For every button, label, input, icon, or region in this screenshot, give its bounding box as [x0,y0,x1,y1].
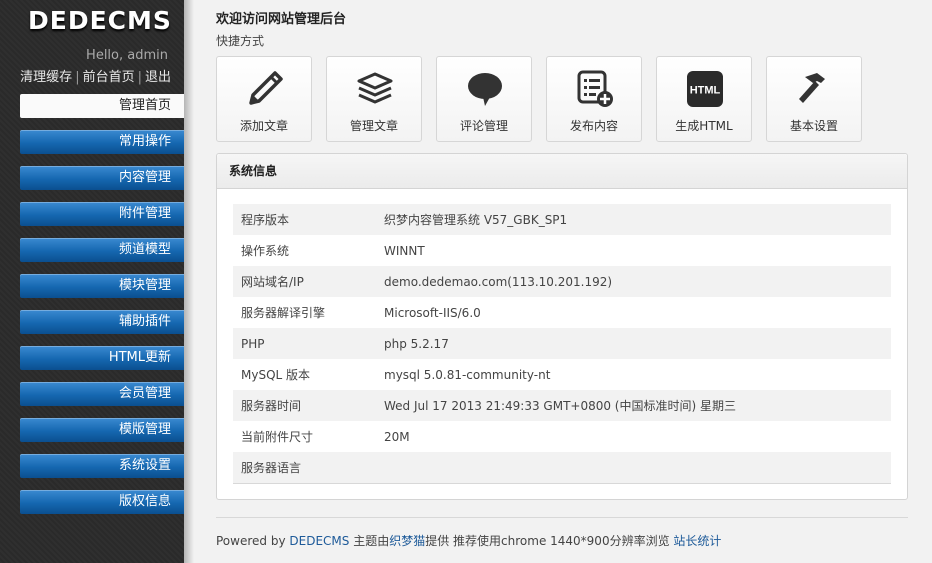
shortcut-label: 添加文章 [239,119,288,133]
footer-powered-by: Powered by [216,534,290,548]
sidebar: DEDECMS Hello, admin 清理缓存 | 前台首页 | 退出 管理首页 常… [0,0,184,563]
info-value: Microsoft-IIS/6.0 [384,305,481,320]
info-key: MySQL 版本 [241,368,311,382]
shortcut-comments[interactable]: 评论管理 [436,56,532,142]
info-value: mysql 5.0.81-community-nt [384,367,551,382]
menu-item-attachments[interactable]: 附件管理 [20,202,184,226]
shortcut-label: 管理文章 [349,119,398,133]
menu-item-copyright[interactable]: 版权信息 [20,490,184,514]
shortcut-heading: 快捷方式 [216,34,265,48]
footer-stats-link[interactable]: 站长统计 [673,534,721,548]
info-value: WINNT [384,243,425,258]
clear-cache-link[interactable]: 清理缓存 [20,70,72,85]
shortcut-label: 基本设置 [789,119,838,133]
shortcut-manage-articles[interactable]: 管理文章 [326,56,422,142]
separator: | [75,70,80,85]
html-icon: HTML [687,71,723,107]
stack-icon [357,72,393,104]
info-key: 程序版本 [233,204,384,235]
info-key: 服务器语言 [233,452,384,484]
separator: | [137,70,142,85]
menu-item-members[interactable]: 会员管理 [20,382,184,406]
info-value: 织梦内容管理系统 V57_GBK_SP1 [384,204,891,235]
footer-brand-link[interactable]: DEDECMS [289,534,349,548]
sidebar-shadow [184,0,194,563]
footer-theme-author-link[interactable]: 织梦猫 [389,534,425,548]
menu-item-admin-home[interactable]: 管理首页 [20,94,184,118]
greeting: Hello, admin [86,48,168,63]
info-key: 操作系统 [241,244,290,258]
pencil-icon [249,71,283,105]
list-add-icon [577,70,613,107]
menu-item-channel-model[interactable]: 频道模型 [20,238,184,262]
info-key: 网站域名/IP [233,266,384,297]
shortcut-label: 生成HTML [675,119,733,133]
frontend-home-link[interactable]: 前台首页 [83,70,135,85]
footer: Powered by DEDECMS 主题由织梦猫提供 推荐使用chrome 1… [216,532,721,549]
info-key: 当前附件尺寸 [241,430,314,444]
page-title: 欢迎访问网站管理后台 [216,12,347,27]
shortcut-label: 评论管理 [459,119,508,133]
sidebar-menu: 管理首页 常用操作 内容管理 附件管理 频道模型 模块管理 辅助插件 HTML更… [20,94,184,526]
top-links: 清理缓存 | 前台首页 | 退出 [20,66,171,85]
footer-theme-prefix: 主题由 [349,534,390,548]
shortcut-add-article[interactable]: 添加文章 [216,56,312,142]
info-value: php 5.2.17 [384,328,891,359]
footer-theme-suffix: 提供 推荐使用chrome 1440*900分辨率浏览 [425,534,674,548]
info-value [384,452,891,484]
table-row: MySQL 版本 mysql 5.0.81-community-nt [233,359,891,390]
html-badge-text: HTML [690,85,721,97]
menu-item-system-settings[interactable]: 系统设置 [20,454,184,478]
menu-item-templates[interactable]: 模版管理 [20,418,184,442]
menu-item-content[interactable]: 内容管理 [20,166,184,190]
info-key: PHP [233,328,384,359]
table-row: 服务器时间 Wed Jul 17 2013 21:49:33 GMT+0800 (… [233,390,891,421]
table-row: 服务器解译引擎 Microsoft-IIS/6.0 [233,297,891,328]
footer-divider [216,517,908,518]
info-value: Wed Jul 17 2013 21:49:33 GMT+0800 (中国标准时… [384,390,891,421]
logout-link[interactable]: 退出 [145,70,171,85]
info-key: 服务器时间 [233,390,384,421]
shortcut-basic-settings[interactable]: 基本设置 [766,56,862,142]
panel-title: 系统信息 [217,154,907,189]
table-row: 当前附件尺寸 20M [233,421,891,452]
info-key: 服务器解译引擎 [241,306,326,320]
table-row: 网站域名/IP demo.dedemao.com(113.10.201.192) [233,266,891,297]
table-row: 服务器语言 [233,452,891,484]
menu-item-modules[interactable]: 模块管理 [20,274,184,298]
table-row: 程序版本 织梦内容管理系统 V57_GBK_SP1 [233,204,891,235]
menu-item-html-update[interactable]: HTML更新 [20,346,184,370]
table-row: 操作系统 WINNT [233,235,891,266]
info-value: 20M [384,429,410,444]
logo: DEDECMS [28,6,172,35]
info-value: demo.dedemao.com(113.10.201.192) [384,266,891,297]
system-info-table: 程序版本 织梦内容管理系统 V57_GBK_SP1 操作系统 WINNT 网站域名/… [233,204,891,484]
menu-item-plugins[interactable]: 辅助插件 [20,310,184,334]
hammer-icon [799,73,825,103]
menu-item-common-ops[interactable]: 常用操作 [20,130,184,154]
shortcut-label: 发布内容 [569,119,618,133]
shortcut-publish[interactable]: 发布内容 [546,56,642,142]
comment-icon [468,73,502,106]
shortcut-generate-html[interactable]: HTML 生成HTML [656,56,752,142]
table-row: PHP php 5.2.17 [233,328,891,359]
system-info-panel: 系统信息 程序版本 织梦内容管理系统 V57_GBK_SP1 操作系统 WINNT … [216,153,908,500]
